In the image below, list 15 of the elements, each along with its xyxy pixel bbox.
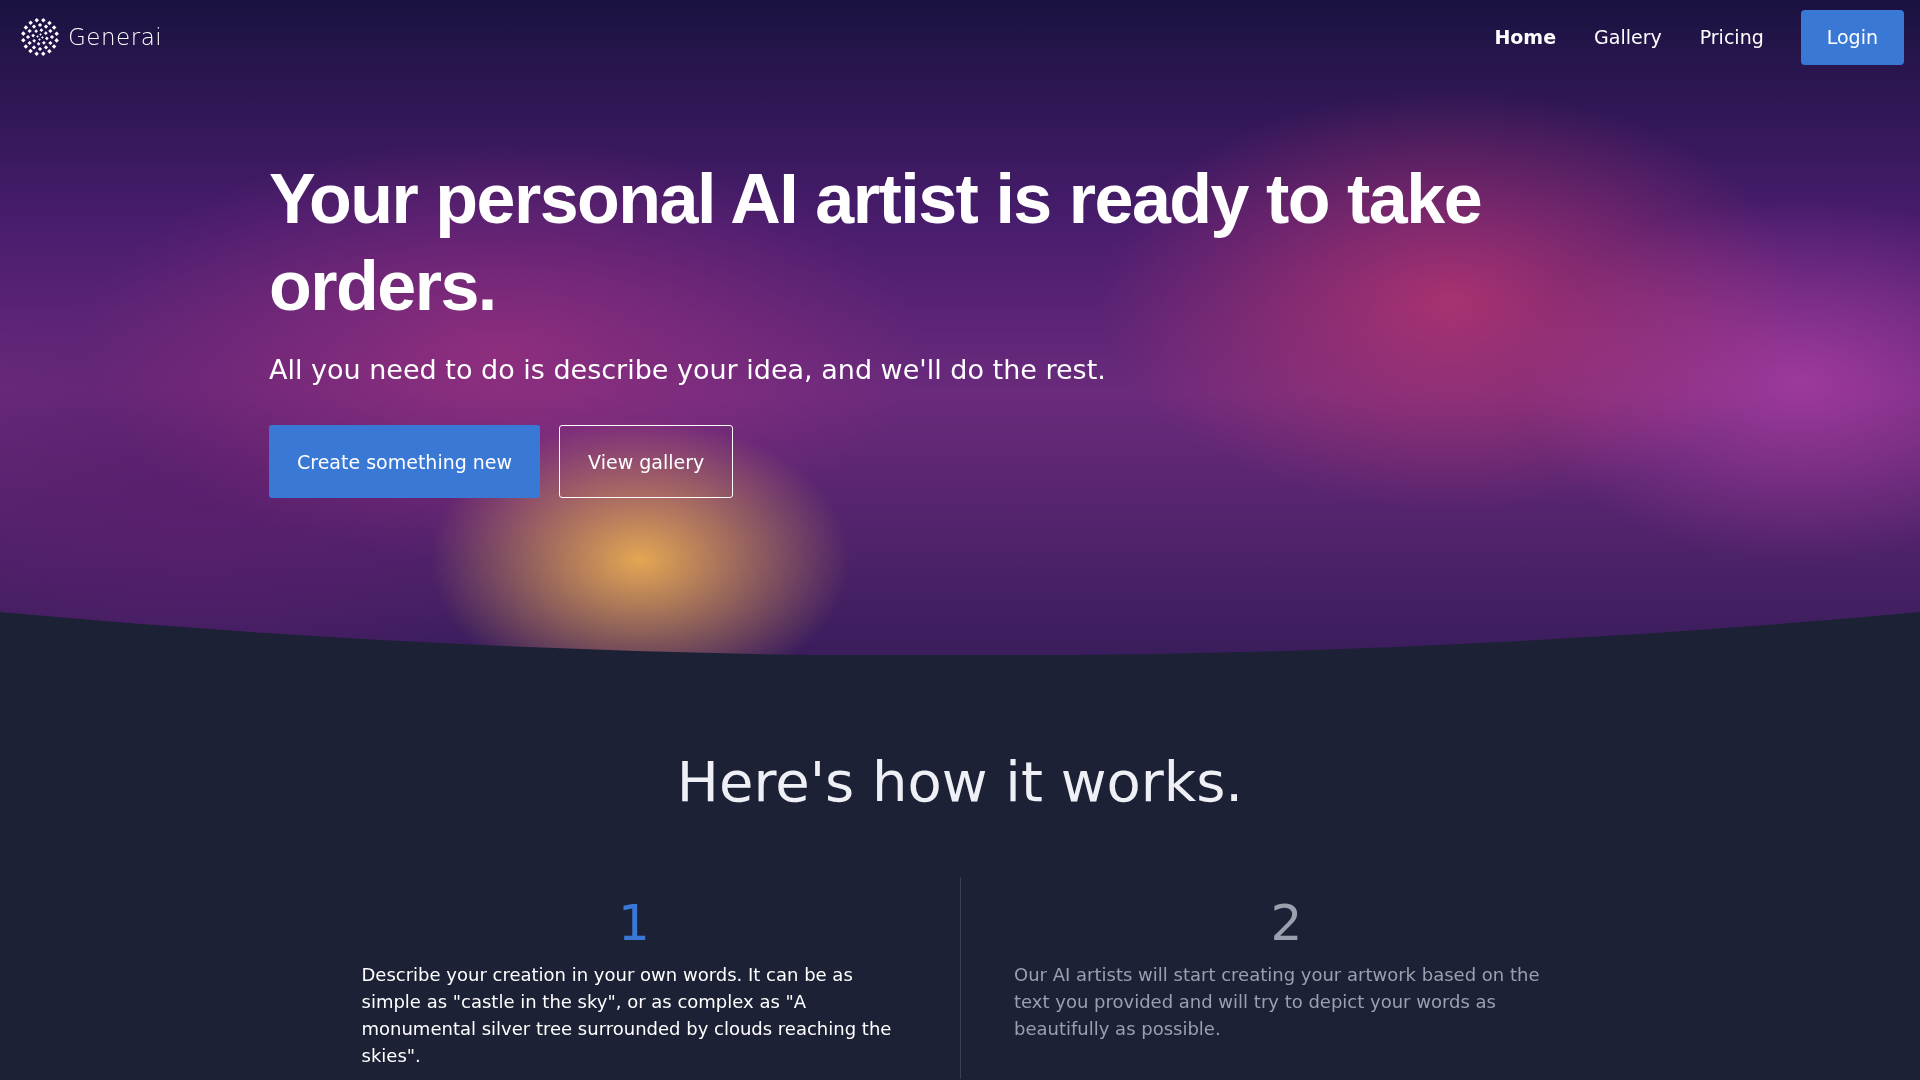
step-description: Our AI artists will start creating your artwork based on the text you provided and will try to depict your words as beautifully as possible. [1014,963,1541,1041]
step-description: Describe your creation in your own words. It can be as simple as "castle in the sky", or as complex as "A monumental silver tree surrounded by clouds reaching the skies". [361,963,893,1068]
brand-name: Generai [68,24,163,50]
login-button[interactable]: Login [1800,9,1904,65]
nav-link[interactable]: Home [1475,18,1575,56]
create-button[interactable]: Create something new [269,425,541,498]
step-number: 1 [618,895,650,951]
logo-icon [20,17,60,57]
nav-link[interactable]: Gallery [1575,18,1681,56]
hero-title: Your personal AI artist is ready to take orders. [269,159,1483,327]
nav-link[interactable]: Pricing [1680,18,1783,56]
step-number: 2 [1270,895,1303,951]
section-title: Here's how it works. [675,748,1245,816]
gallery-button[interactable]: View gallery [559,425,734,498]
hero-subtitle: All you need to do is describe your idea, and we'll do the rest. [269,354,1107,385]
